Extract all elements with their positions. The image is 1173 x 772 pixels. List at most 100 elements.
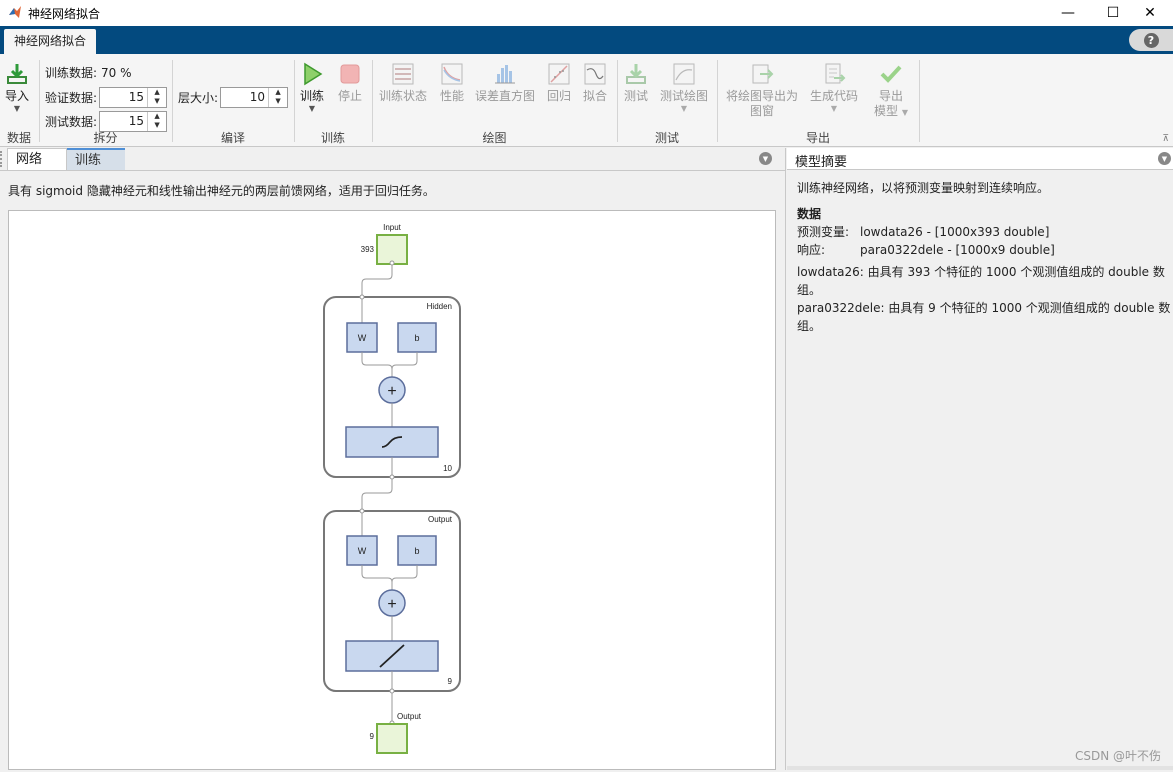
tab-network[interactable]: 网络	[7, 148, 67, 170]
help-icon: ?	[1143, 32, 1159, 48]
performance-plot-icon	[441, 63, 463, 85]
panel-menu-icon[interactable]: ▼	[759, 152, 772, 165]
spinner-arrows[interactable]: ▲ ▼	[268, 88, 287, 107]
chevron-down-icon: ▼	[308, 104, 316, 113]
section-label-train: 训练	[320, 131, 345, 145]
checkmark-icon	[880, 65, 902, 83]
chevron-down-icon: ▼	[901, 108, 908, 117]
drag-handle[interactable]	[0, 151, 4, 167]
chevron-down-icon: ▼	[13, 104, 21, 113]
test-ratio-label: 测试数据:	[45, 115, 98, 129]
export-model-button[interactable]: 导出 模型 ▼	[874, 62, 908, 119]
tab-training[interactable]: 训练	[67, 148, 125, 170]
input-size: 393	[361, 245, 375, 254]
train-button[interactable]: 训练 ▼	[300, 62, 324, 114]
section-label-plots: 绘图	[482, 131, 507, 145]
export-model-label-text: 模型	[874, 104, 899, 118]
output-label: Output	[397, 712, 422, 721]
stop-icon	[340, 64, 360, 84]
section-test: 测试 测试绘图 ▼ 测试	[618, 58, 716, 147]
spinner-arrows[interactable]: ▲ ▼	[147, 88, 166, 107]
arrow-down-icon[interactable]: ▼	[148, 97, 166, 106]
arrow-down-icon[interactable]: ▼	[269, 97, 287, 106]
error-histogram-button[interactable]: 误差直方图	[475, 62, 535, 104]
minimize-button[interactable]: —	[1045, 0, 1091, 26]
test-label: 测试	[624, 89, 649, 103]
summary-intro: 训练神经网络，以将预测变量映射到连续响应。	[797, 181, 1050, 195]
predictors-value: lowdata26 - [1000x393 double]	[860, 225, 1050, 239]
hidden-bias-label: b	[414, 333, 419, 343]
section-label-split: 拆分	[93, 131, 118, 145]
response-key: 响应:	[797, 243, 826, 257]
validation-ratio-label: 验证数据:	[45, 91, 98, 105]
regression-plot-icon	[548, 63, 570, 85]
network-diagram: Input 393 Hidden W b + 10 Output W b + 9…	[8, 210, 776, 770]
divider	[919, 60, 920, 142]
validation-ratio-value: 15	[128, 90, 145, 104]
import-icon	[7, 64, 27, 84]
export-model-label-line1: 导出	[878, 89, 903, 103]
layer-size-spinner[interactable]: 10 ▲ ▼	[220, 87, 289, 108]
train-ratio-label: 训练数据:	[45, 66, 98, 80]
model-summary-content: 训练神经网络，以将预测变量映射到连续响应。 数据 预测变量: lowdata26…	[797, 179, 1173, 335]
model-summary-panel: 模型摘要 ▼ 训练神经网络，以将预测变量映射到连续响应。 数据 预测变量: lo…	[787, 148, 1173, 770]
network-panel: 网络 训练 ▼ 具有 sigmoid 隐藏神经元和线性输出神经元的两层前馈网络，…	[0, 148, 786, 770]
regression-button[interactable]: 回归	[547, 62, 571, 104]
play-icon	[304, 62, 323, 86]
help-button[interactable]: ?	[1129, 29, 1173, 51]
histogram-plot-icon	[495, 65, 515, 84]
export-model-label-line2: 模型 ▼	[874, 104, 908, 119]
connection-line	[361, 265, 393, 297]
stop-button[interactable]: 停止	[338, 62, 362, 104]
hidden-layer-size: 10	[443, 464, 452, 473]
generate-code-icon	[825, 63, 846, 84]
horizontal-scrollbar[interactable]	[787, 766, 1173, 770]
arrow-up-icon[interactable]: ▲	[148, 88, 166, 97]
export-plot-label-line1: 将绘图导出为	[726, 89, 799, 103]
import-button[interactable]: 导入 ▼	[5, 62, 29, 114]
test-plot-label: 测试绘图	[660, 89, 709, 103]
output-plus-icon: +	[387, 596, 396, 613]
output-bias-label: b	[414, 546, 419, 556]
training-state-button[interactable]: 训练状态	[379, 62, 427, 104]
section-label-data: 数据	[6, 131, 31, 145]
arrow-up-icon[interactable]: ▲	[148, 112, 166, 121]
performance-button[interactable]: 性能	[440, 62, 464, 104]
response-note: para0322dele: 由具有 9 个特征的 1000 个观测值组成的 do…	[797, 301, 1171, 333]
close-button[interactable]: ✕	[1127, 0, 1173, 26]
layer-size-label: 层大小:	[178, 91, 219, 105]
train-label: 训练	[300, 89, 325, 103]
performance-label: 性能	[440, 89, 465, 103]
predictors-note: lowdata26: 由具有 393 个特征的 1000 个观测值组成的 dou…	[797, 265, 1165, 297]
output-weight-label: W	[358, 546, 367, 556]
export-plot-to-figure-button[interactable]: 将绘图导出为 图窗	[726, 62, 798, 119]
section-data: 导入 ▼ 数据	[0, 58, 38, 147]
divider	[0, 170, 786, 171]
section-plots: 训练状态 性能 误差直方图 回归 拟合 绘图	[373, 58, 616, 147]
fit-button[interactable]: 拟合	[583, 62, 607, 104]
section-train: 训练 ▼ 停止 训练	[295, 58, 371, 147]
arrow-up-icon[interactable]: ▲	[269, 88, 287, 97]
toolstrip: 导入 ▼ 数据 训练数据: 70 % 验证数据: 15 ▲ ▼ 测试数据: 15 …	[0, 54, 1173, 147]
ribbon-tab-strip: 神经网络拟合 ?	[0, 26, 1173, 54]
input-node	[376, 234, 408, 265]
tab-neural-net-fitting[interactable]: 神经网络拟合	[4, 29, 97, 54]
validation-ratio-spinner[interactable]: 15 ▲ ▼	[99, 87, 168, 108]
generate-code-label: 生成代码	[810, 89, 859, 103]
response-row: 响应: para0322dele - [1000x9 double]	[797, 241, 1173, 259]
fit-plot-icon	[584, 63, 606, 85]
panel-menu-icon[interactable]: ▼	[1158, 152, 1171, 165]
section-label-export: 导出	[805, 131, 830, 145]
export-figure-icon	[752, 64, 774, 84]
section-label-test: 测试	[654, 131, 679, 145]
test-plot-button[interactable]: 测试绘图 ▼	[660, 62, 708, 114]
response-value: para0322dele - [1000x9 double]	[860, 243, 1055, 257]
input-label: Input	[383, 223, 402, 232]
collapse-toolstrip-icon[interactable]: ⊼	[1162, 134, 1169, 144]
hidden-weight-label: W	[358, 333, 367, 343]
chevron-down-icon: ▼	[830, 104, 838, 113]
generate-code-button[interactable]: 生成代码 ▼	[810, 62, 858, 114]
test-button[interactable]: 测试	[624, 62, 648, 104]
train-ratio-value: 70 %	[101, 65, 132, 80]
validation-ratio-row: 验证数据: 15 ▲ ▼	[45, 87, 168, 108]
